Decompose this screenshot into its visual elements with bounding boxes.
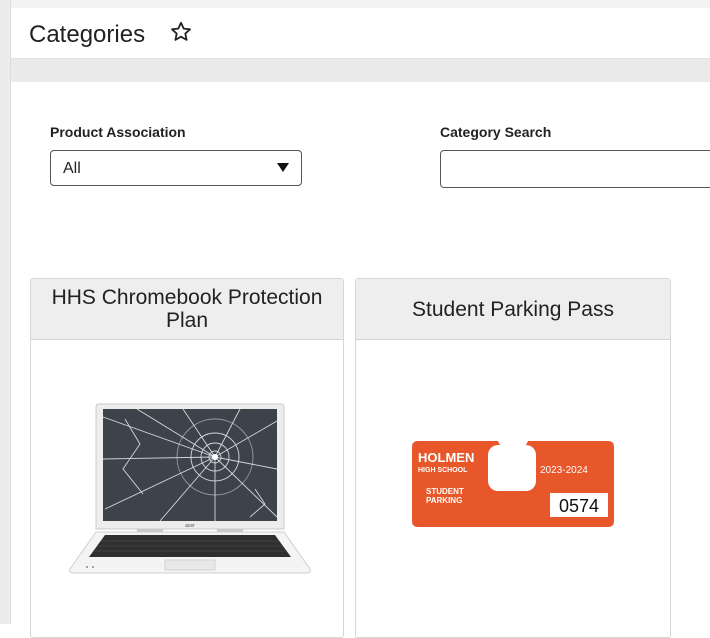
pass-type-line1: STUDENT (426, 487, 464, 496)
page-title: Categories (29, 21, 146, 48)
category-card-chromebook[interactable]: HHS Chromebook Protection Plan acer (30, 278, 344, 638)
pass-type-line2: PARKING (426, 496, 462, 505)
toolbar-band (11, 59, 710, 82)
category-card-parking[interactable]: Student Parking Pass HOLMEN HIGH SCHOOL … (355, 278, 671, 638)
pass-number: 0574 (559, 496, 599, 516)
card-title: Student Parking Pass (412, 297, 614, 321)
page-header: Categories (11, 8, 710, 59)
laptop-brand: acer (185, 523, 195, 529)
card-header: Student Parking Pass (356, 279, 670, 340)
category-search-input[interactable] (440, 150, 710, 188)
pass-school-subtitle: HIGH SCHOOL (418, 467, 468, 474)
star-outline-icon[interactable] (169, 20, 193, 44)
card-title: HHS Chromebook Protection Plan (51, 286, 323, 332)
parking-pass-image: HOLMEN HIGH SCHOOL 2023-2024 STUDENT PAR… (412, 441, 614, 527)
top-edge (0, 0, 710, 8)
cracked-laptop-image: acer (69, 403, 311, 574)
category-search-label: Category Search (440, 124, 552, 140)
caret-down-icon (277, 163, 289, 172)
left-nav-edge (0, 0, 11, 624)
pass-school-name: HOLMEN (418, 450, 474, 465)
product-association-label: Product Association (50, 124, 186, 140)
pass-year: 2023-2024 (540, 465, 588, 476)
product-association-value: All (63, 160, 81, 177)
card-header: HHS Chromebook Protection Plan (31, 279, 343, 340)
product-association-select[interactable]: All (50, 150, 302, 186)
